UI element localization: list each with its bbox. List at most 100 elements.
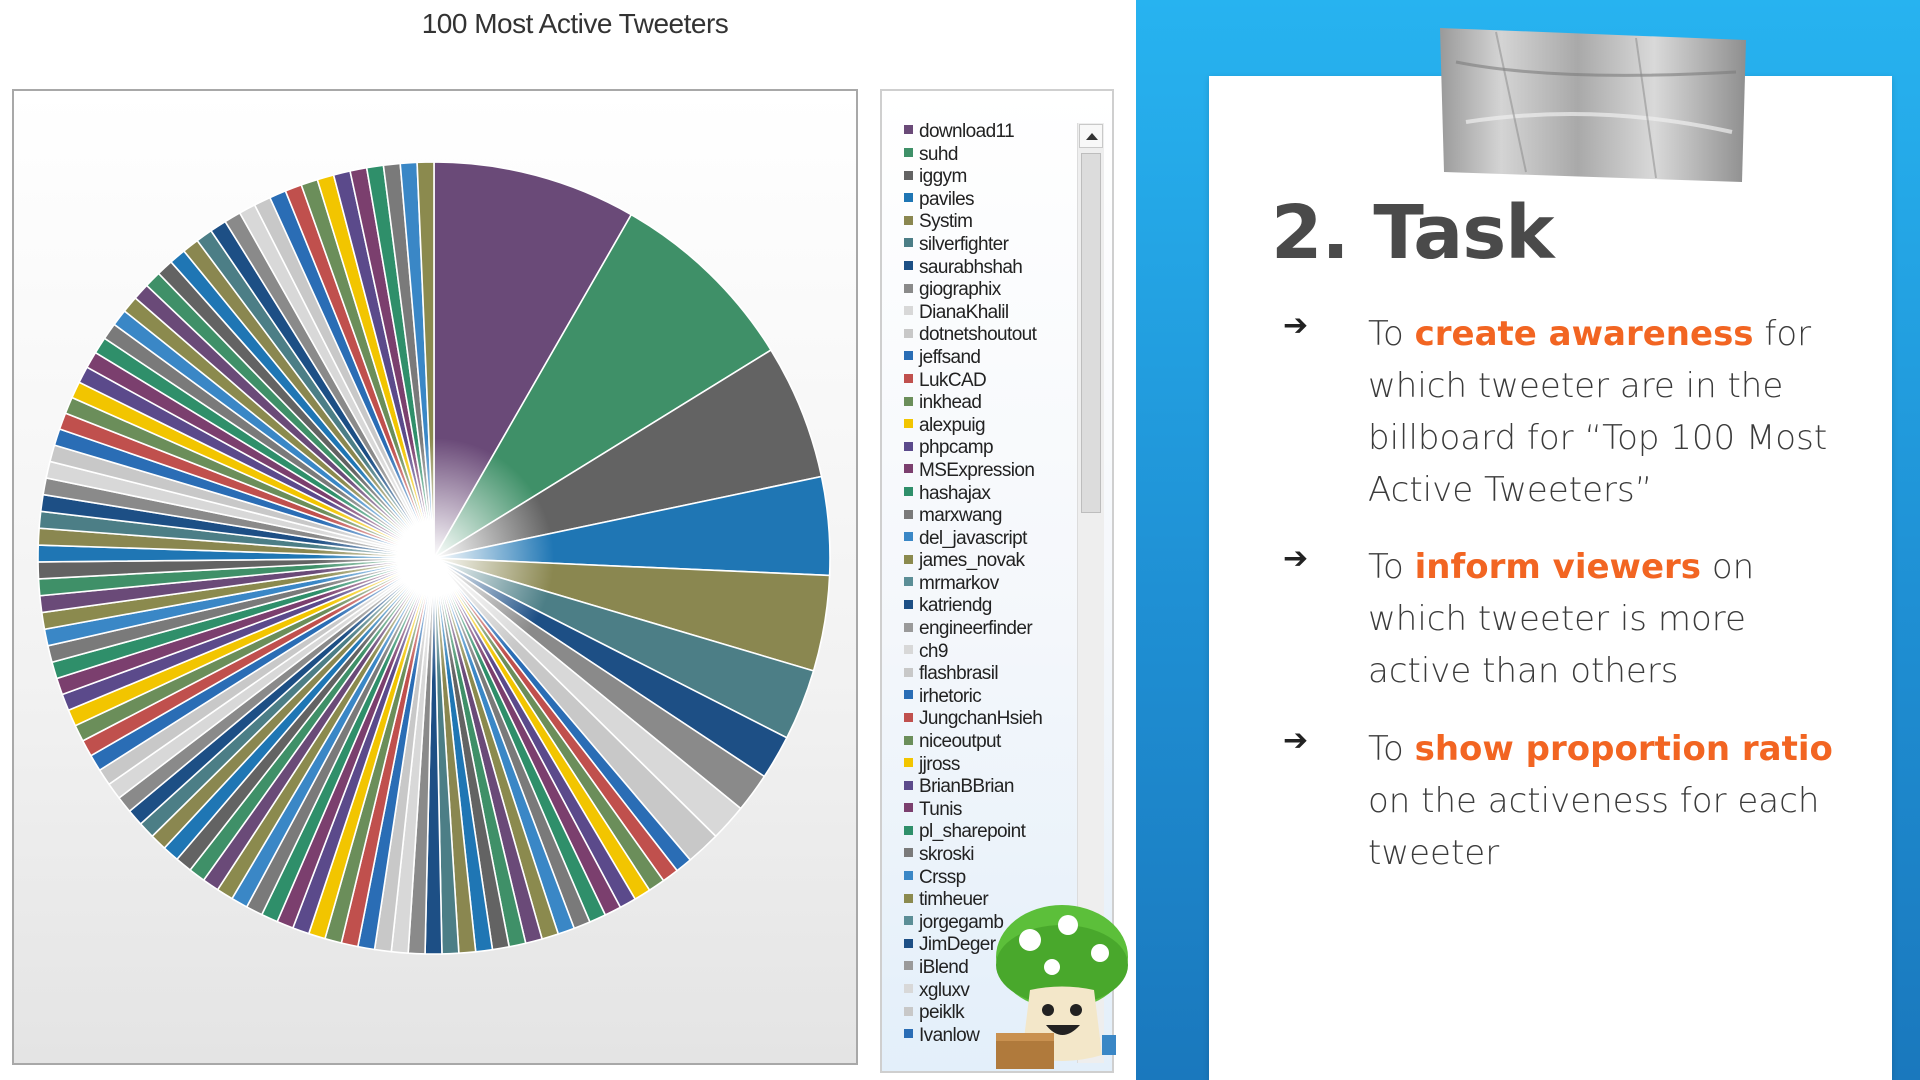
legend-label: jjross bbox=[919, 753, 960, 775]
legend-swatch bbox=[904, 916, 913, 926]
legend-swatch bbox=[904, 848, 913, 858]
legend-label: hashajax bbox=[919, 482, 991, 504]
legend-swatch bbox=[904, 238, 913, 248]
legend-label: engineerfinder bbox=[919, 618, 1033, 640]
legend-item: download11 bbox=[904, 121, 1042, 144]
legend-label: james_novak bbox=[919, 550, 1025, 572]
legend-item: DianaKhalil bbox=[904, 302, 1042, 325]
slide-heading: 2. Task bbox=[1271, 190, 1554, 276]
legend-label: MSExpression bbox=[919, 459, 1035, 481]
legend-swatch bbox=[904, 125, 913, 135]
legend-swatch bbox=[904, 961, 913, 971]
bullet-highlight: create awareness bbox=[1414, 314, 1754, 354]
arrow-bullet-icon: ➔ bbox=[1283, 723, 1309, 758]
legend-label: alexpuig bbox=[919, 414, 986, 436]
bullet-text: To show proportion ratio on the activene… bbox=[1368, 729, 1833, 873]
legend-label: katriendg bbox=[919, 595, 992, 617]
legend-label: Ivanlow bbox=[919, 1024, 980, 1046]
bullet-highlight: show proportion ratio bbox=[1414, 729, 1833, 769]
pie-chart bbox=[37, 161, 831, 955]
legend-swatch bbox=[904, 735, 913, 745]
mushroom-mascot-icon bbox=[996, 905, 1128, 1069]
legend-swatch bbox=[904, 758, 913, 768]
legend-label: Crssp bbox=[919, 866, 966, 888]
legend-item: ch9 bbox=[904, 641, 1042, 664]
legend-swatch bbox=[904, 193, 913, 203]
legend-label: flashbrasil bbox=[919, 663, 999, 685]
legend-label: timheuer bbox=[919, 889, 989, 911]
bullet-text: To create awareness for which tweeter ar… bbox=[1368, 314, 1828, 510]
legend-item: skroski bbox=[904, 844, 1042, 867]
legend-item: pl_sharepoint bbox=[904, 821, 1042, 844]
legend-label: DianaKhalil bbox=[919, 301, 1009, 323]
legend-item: iggym bbox=[904, 166, 1042, 189]
legend-label: download11 bbox=[919, 121, 1015, 142]
legend-swatch bbox=[904, 645, 913, 655]
legend-label: del_javascript bbox=[919, 527, 1027, 549]
legend-swatch bbox=[904, 690, 913, 700]
legend-swatch bbox=[904, 374, 913, 384]
legend-label: mrmarkov bbox=[919, 572, 999, 594]
legend-item: james_novak bbox=[904, 550, 1042, 573]
legend-label: saurabhshah bbox=[919, 256, 1023, 278]
legend-label: irhetoric bbox=[919, 685, 982, 707]
legend-label: xgluxv bbox=[919, 979, 970, 1001]
legend-item: LukCAD bbox=[904, 370, 1042, 393]
legend-item: suhd bbox=[904, 144, 1042, 167]
legend-swatch bbox=[904, 871, 913, 881]
legend-swatch bbox=[904, 170, 913, 180]
arrow-bullet-icon: ➔ bbox=[1283, 308, 1309, 343]
legend-label: suhd bbox=[919, 143, 958, 165]
legend-item: niceoutput bbox=[904, 731, 1042, 754]
scroll-thumb[interactable] bbox=[1081, 153, 1101, 513]
legend-item: Tunis bbox=[904, 799, 1042, 822]
legend-item: paviles bbox=[904, 189, 1042, 212]
legend-swatch bbox=[904, 780, 913, 790]
legend-label: iggym bbox=[919, 166, 967, 188]
legend-label: giographix bbox=[919, 279, 1001, 301]
legend-swatch bbox=[904, 486, 913, 496]
chart-title: 100 Most Active Tweeters bbox=[421, 8, 729, 39]
legend-swatch bbox=[904, 464, 913, 474]
legend-item: irhetoric bbox=[904, 686, 1042, 709]
legend-label: Systim bbox=[919, 211, 973, 233]
legend-swatch bbox=[904, 577, 913, 587]
legend-item: phpcamp bbox=[904, 437, 1042, 460]
legend-swatch bbox=[904, 532, 913, 542]
chart-screenshot-panel: 100 Most Active Tweeters download11 suhd i… bbox=[0, 0, 1136, 1080]
legend-swatch bbox=[904, 419, 913, 429]
legend-label: paviles bbox=[919, 188, 975, 210]
legend-label: jeffsand bbox=[919, 346, 981, 368]
bullet-text: To inform viewers on which tweeter is mo… bbox=[1368, 547, 1755, 691]
legend-item: flashbrasil bbox=[904, 663, 1042, 686]
legend-swatch bbox=[904, 441, 913, 451]
legend-swatch bbox=[904, 148, 913, 158]
legend-swatch bbox=[904, 803, 913, 813]
legend-swatch bbox=[904, 215, 913, 225]
legend-label: skroski bbox=[919, 844, 975, 865]
legend-label: phpcamp bbox=[919, 437, 994, 459]
legend-swatch bbox=[904, 328, 913, 338]
legend-swatch bbox=[904, 509, 913, 519]
legend-swatch bbox=[904, 622, 913, 632]
legend-item: hashajax bbox=[904, 483, 1042, 506]
legend-item: Crssp bbox=[904, 867, 1042, 890]
legend-label: JimDeger bbox=[919, 934, 996, 956]
legend-item: engineerfinder bbox=[904, 618, 1042, 641]
scroll-up-arrow-icon[interactable] bbox=[1079, 124, 1103, 148]
legend-label: BrianBBrian bbox=[919, 776, 1014, 798]
legend-swatch bbox=[904, 1029, 913, 1039]
legend-item: jeffsand bbox=[904, 347, 1042, 370]
legend-swatch bbox=[904, 599, 913, 609]
legend-item: alexpuig bbox=[904, 415, 1042, 438]
legend-swatch bbox=[904, 306, 913, 316]
legend-label: LukCAD bbox=[919, 369, 987, 391]
legend-label: JungchanHsieh bbox=[919, 708, 1043, 730]
legend-item: dotnetshoutout bbox=[904, 324, 1042, 347]
legend-item: Systim bbox=[904, 211, 1042, 234]
legend-swatch bbox=[904, 893, 913, 903]
legend-item: saurabhshah bbox=[904, 257, 1042, 280]
legend-swatch bbox=[904, 667, 913, 677]
bullet-highlight: inform viewers bbox=[1414, 547, 1702, 587]
legend-swatch bbox=[904, 351, 913, 361]
